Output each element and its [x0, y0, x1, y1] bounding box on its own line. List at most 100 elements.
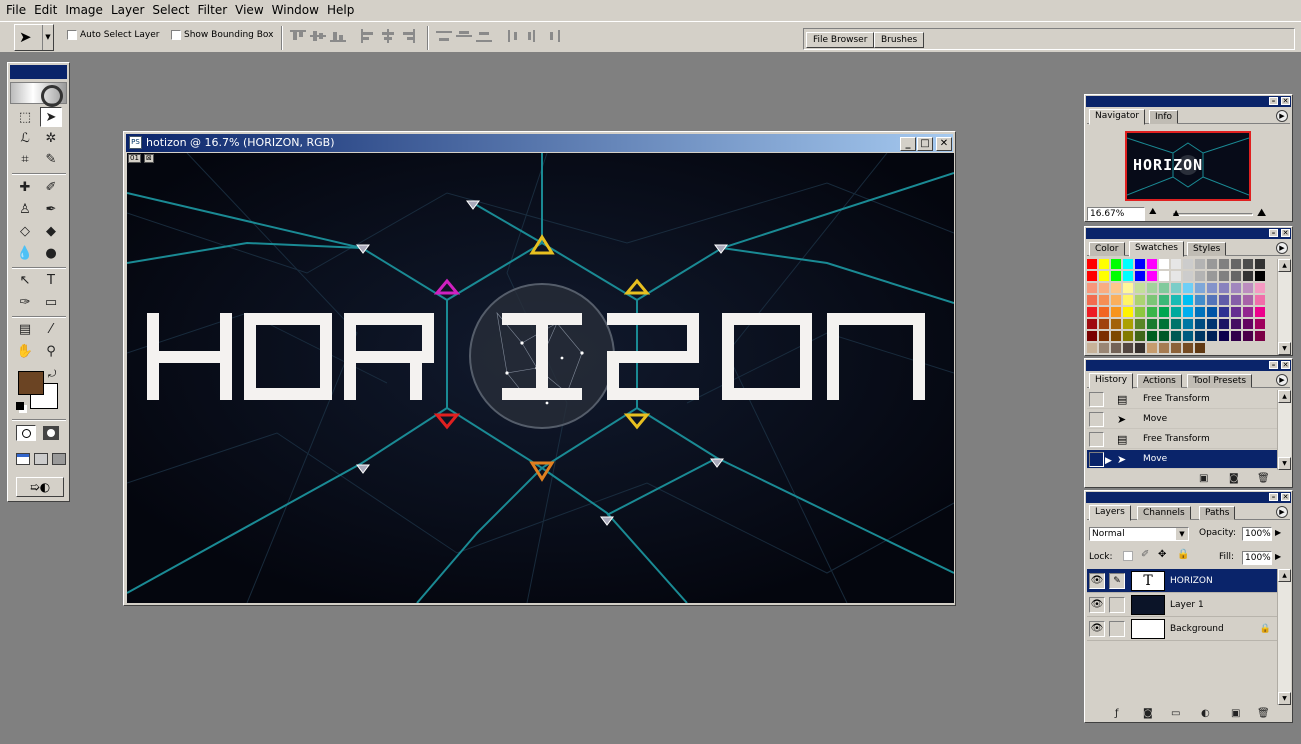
color-swatch[interactable]: [1111, 283, 1122, 294]
palette-menu-icon[interactable]: ▶: [1276, 110, 1288, 122]
distribute-hcenter-icon[interactable]: [526, 29, 542, 43]
new-layer-icon[interactable]: ▣: [1231, 708, 1240, 719]
color-swatch[interactable]: [1171, 307, 1182, 318]
lasso-tool-icon[interactable]: ℒ: [14, 128, 36, 148]
lock-image-icon[interactable]: ✐: [1141, 549, 1149, 560]
color-swatch[interactable]: [1111, 319, 1122, 330]
link-box[interactable]: [1109, 597, 1125, 613]
opacity-field[interactable]: 100%: [1242, 527, 1272, 541]
scroll-up-icon[interactable]: ▲: [1278, 259, 1291, 272]
eraser-tool-icon[interactable]: ◇: [14, 221, 36, 241]
color-swatch[interactable]: [1255, 283, 1266, 294]
color-swatch[interactable]: [1135, 331, 1146, 342]
color-swatch[interactable]: [1135, 295, 1146, 306]
menu-filter[interactable]: Filter: [193, 0, 231, 21]
color-swatch[interactable]: [1171, 319, 1182, 330]
minimize-button[interactable]: –: [1269, 493, 1278, 501]
layer-style-icon[interactable]: ƒ: [1115, 708, 1119, 719]
color-swatch[interactable]: [1087, 307, 1098, 318]
color-swatch[interactable]: [1087, 343, 1098, 354]
tab-navigator[interactable]: Navigator: [1089, 109, 1146, 125]
tab-actions[interactable]: Actions: [1137, 374, 1182, 388]
color-swatch[interactable]: [1231, 283, 1242, 294]
menu-help[interactable]: Help: [323, 0, 358, 21]
color-swatch[interactable]: [1159, 283, 1170, 294]
align-hcenter-icon[interactable]: [380, 29, 396, 43]
swatches-scrollbar[interactable]: ▲ ▼: [1277, 259, 1291, 355]
color-swatch[interactable]: [1195, 295, 1206, 306]
history-source-checkbox[interactable]: [1089, 452, 1104, 467]
color-swatch[interactable]: [1099, 295, 1110, 306]
color-swatch[interactable]: [1207, 307, 1218, 318]
color-swatch[interactable]: [1135, 271, 1146, 282]
color-swatch[interactable]: [1231, 259, 1242, 270]
color-swatch[interactable]: [1087, 319, 1098, 330]
screen-mode-standard-icon[interactable]: [16, 453, 30, 465]
color-swatch[interactable]: [1135, 307, 1146, 318]
rectangle-tool-icon[interactable]: ▭: [40, 292, 62, 312]
eye-icon[interactable]: 👁: [1089, 597, 1105, 613]
color-swatch[interactable]: [1219, 271, 1230, 282]
color-swatch[interactable]: [1111, 271, 1122, 282]
menu-select[interactable]: Select: [148, 0, 193, 21]
color-swatch[interactable]: [1183, 271, 1194, 282]
history-brush-icon[interactable]: ✒: [40, 199, 62, 219]
eye-icon[interactable]: 👁: [1089, 621, 1105, 637]
color-swatch[interactable]: [1195, 271, 1206, 282]
lock-position-icon[interactable]: ✥: [1158, 549, 1166, 560]
color-swatch[interactable]: [1243, 295, 1254, 306]
color-swatch[interactable]: [1183, 295, 1194, 306]
standard-mode-icon[interactable]: [16, 425, 36, 441]
color-swatch[interactable]: [1123, 295, 1134, 306]
dodge-tool-icon[interactable]: ●: [40, 243, 62, 263]
color-swatch[interactable]: [1159, 319, 1170, 330]
color-swatch[interactable]: [1219, 307, 1230, 318]
menu-view[interactable]: View: [231, 0, 267, 21]
color-swatch[interactable]: [1099, 331, 1110, 342]
layer-row[interactable]: 👁 Background 🔒: [1087, 617, 1277, 641]
align-top-icon[interactable]: [290, 29, 306, 43]
color-swatch[interactable]: [1219, 295, 1230, 306]
new-group-icon[interactable]: ▭: [1171, 708, 1180, 719]
tab-tool-presets[interactable]: Tool Presets: [1187, 374, 1253, 388]
color-swatch[interactable]: [1255, 319, 1266, 330]
color-swatch[interactable]: [1111, 259, 1122, 270]
color-swatch[interactable]: [1111, 343, 1122, 354]
foreground-color-swatch-front[interactable]: [18, 371, 44, 395]
color-swatch[interactable]: [1171, 259, 1182, 270]
slice-marker-icon[interactable]: ⊠: [144, 154, 154, 163]
tab-layers[interactable]: Layers: [1089, 505, 1131, 521]
color-swatch[interactable]: [1111, 307, 1122, 318]
lock-all-icon[interactable]: 🔒: [1177, 549, 1189, 560]
color-swatch[interactable]: [1123, 259, 1134, 270]
type-tool-icon[interactable]: T: [40, 270, 62, 290]
zoom-slider[interactable]: [1173, 213, 1253, 216]
color-swatch[interactable]: [1159, 295, 1170, 306]
feather-eye-logo[interactable]: [10, 82, 67, 107]
color-swatch[interactable]: [1255, 271, 1266, 282]
align-vcenter-icon[interactable]: [310, 29, 326, 43]
color-swatch[interactable]: [1207, 283, 1218, 294]
color-swatch[interactable]: [1171, 283, 1182, 294]
minimize-button[interactable]: –: [1269, 361, 1278, 369]
color-swatch[interactable]: [1243, 271, 1254, 282]
navigator-preview[interactable]: HORIZON: [1125, 131, 1251, 201]
zoom-out-icon[interactable]: ⛰: [1149, 207, 1157, 217]
path-selection-icon[interactable]: ↖: [14, 270, 36, 290]
tab-brushes[interactable]: Brushes: [874, 32, 925, 48]
scroll-down-icon[interactable]: ▼: [1278, 457, 1291, 470]
color-swatch[interactable]: [1183, 319, 1194, 330]
color-swatch[interactable]: [1219, 259, 1230, 270]
color-swatch[interactable]: [1099, 343, 1110, 354]
minimize-button[interactable]: _: [900, 137, 916, 151]
notes-tool-icon[interactable]: ▤: [14, 319, 36, 339]
blend-mode-select[interactable]: Normal ▼: [1089, 527, 1189, 541]
close-button[interactable]: ✕: [1281, 229, 1290, 237]
color-swatch[interactable]: [1231, 331, 1242, 342]
align-left-icon[interactable]: [360, 29, 376, 43]
move-tool-icon[interactable]: ➤: [40, 107, 62, 127]
color-swatch[interactable]: [1231, 307, 1242, 318]
close-button[interactable]: ✕: [1281, 97, 1290, 105]
color-swatch[interactable]: [1123, 307, 1134, 318]
new-snapshot-icon[interactable]: ◙: [1229, 473, 1239, 484]
